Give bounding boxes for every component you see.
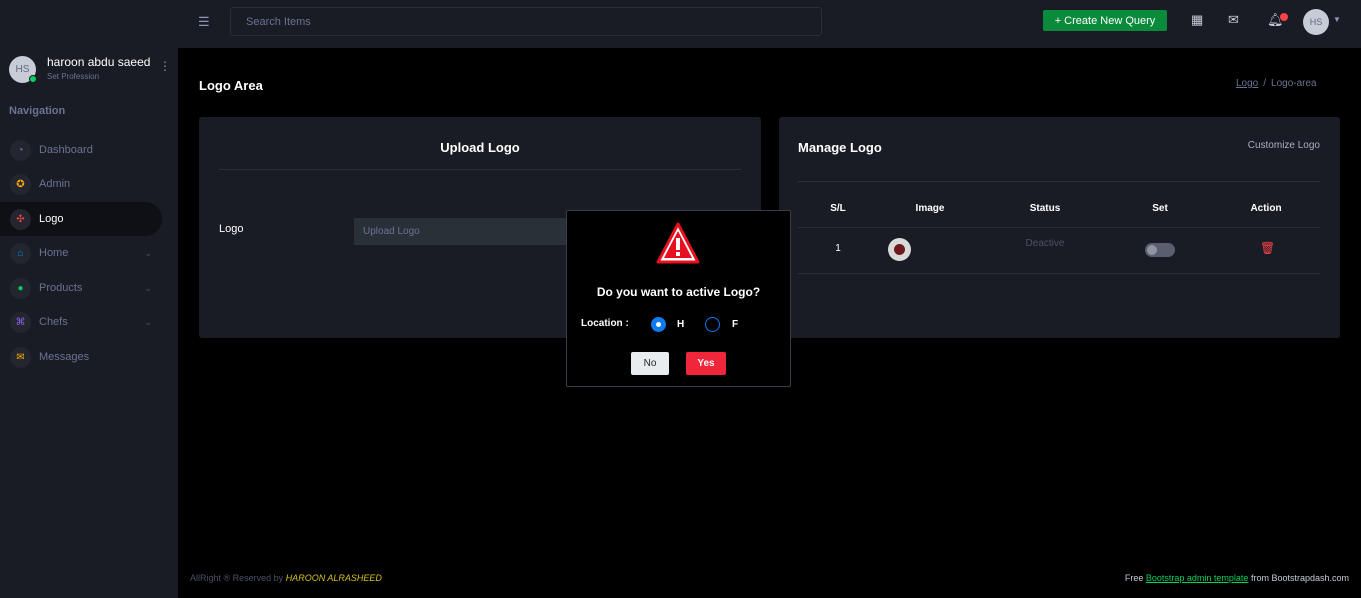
delete-trash-icon[interactable]: 🗑︎ <box>1260 241 1275 255</box>
toggle-knob <box>1147 245 1157 255</box>
avatar-initials: HS <box>15 64 30 75</box>
column-header-image: Image <box>915 203 945 214</box>
radio-label-h: H <box>677 319 685 330</box>
card-title: Upload Logo <box>440 140 520 155</box>
breadcrumb-separator: / <box>1263 78 1267 89</box>
sidebar-item-home[interactable]: ⌂ Home ⌄ <box>0 236 162 270</box>
products-icon: ● <box>10 277 31 299</box>
online-status-dot <box>29 75 37 83</box>
chevron-down-icon: ⌄ <box>144 316 152 327</box>
kebab-menu-icon[interactable]: ⋮ <box>159 60 171 72</box>
column-header-action: Action <box>1250 203 1282 214</box>
location-label: Location : <box>581 318 629 329</box>
cell-sl: 1 <box>835 243 841 254</box>
sidebar-item-label: Dashboard <box>39 144 93 156</box>
modal-question: Do you want to active Logo? <box>596 285 761 299</box>
radio-location-f[interactable] <box>705 317 720 332</box>
card-title: Manage Logo <box>798 140 882 155</box>
divider <box>798 181 1320 182</box>
yes-button[interactable]: Yes <box>686 352 726 375</box>
footer-credit-prefix: Free <box>1124 573 1144 583</box>
avatar-initials: HS <box>1309 17 1323 27</box>
messages-icon: ✉ <box>10 346 31 368</box>
sidebar-item-label: Products <box>39 282 83 294</box>
notification-badge <box>1280 13 1288 21</box>
sidebar-item-label: Admin <box>39 178 71 190</box>
logo-thumbnail <box>888 238 911 261</box>
radio-location-h[interactable] <box>651 317 666 332</box>
admin-icon: ✪ <box>10 173 31 195</box>
home-icon: ⌂ <box>10 242 31 264</box>
radio-dot <box>656 322 661 327</box>
sidebar-item-dashboard[interactable]: ◔ Dashboard <box>0 133 162 167</box>
logo-icon: ✣ <box>10 208 31 230</box>
profile[interactable]: HS haroon abdu saeed Set Profession ⋮ <box>9 55 171 85</box>
status-text: Deactive <box>1025 238 1065 249</box>
menu-toggle-icon[interactable]: ☰ <box>198 14 210 30</box>
sidebar-item-logo[interactable]: ✣ Logo <box>0 202 162 236</box>
topbar: ☰ + Create New Query ▦ ✉ 🔔︎ HS ▼ <box>178 0 1361 48</box>
customize-logo-link[interactable]: Customize Logo <box>1248 140 1320 151</box>
column-header-status: Status <box>1029 203 1061 214</box>
footer-author: HAROON ALRASHEED <box>285 573 382 583</box>
create-new-query-button[interactable]: + Create New Query <box>1043 10 1167 31</box>
footer-copyright: AllRight ® Reserved by HAROON ALRASHEED <box>190 573 382 583</box>
breadcrumb-current: Logo-area <box>1271 78 1317 89</box>
column-header-sl: S/L <box>830 203 846 214</box>
chevron-down-icon: ⌄ <box>144 247 152 258</box>
confirm-modal: Do you want to active Logo? Location : H… <box>566 210 791 387</box>
sidebar-item-label: Logo <box>39 213 64 225</box>
sidebar-item-label: Messages <box>39 351 90 363</box>
logo-emblem <box>894 244 905 255</box>
caret-down-icon[interactable]: ▼ <box>1333 15 1341 24</box>
manage-logo-card: Manage Logo Customize Logo S/L Image Sta… <box>779 117 1340 338</box>
nav-section-title: Navigation <box>9 105 66 117</box>
footer-template-link[interactable]: Bootstrap admin template <box>1146 573 1249 583</box>
divider <box>798 273 1320 274</box>
sidebar-item-chefs[interactable]: ⌘ Chefs ⌄ <box>0 305 162 339</box>
set-active-toggle[interactable] <box>1145 243 1175 257</box>
sidebar-item-label: Chefs <box>39 316 68 328</box>
search-input[interactable] <box>230 7 822 36</box>
sidebar-item-messages[interactable]: ✉ Messages <box>0 340 162 374</box>
speedometer-icon: ◔ <box>10 139 31 161</box>
no-button[interactable]: No <box>631 352 669 375</box>
page-title: Logo Area <box>199 78 263 93</box>
topbar-avatar[interactable]: HS <box>1303 9 1329 35</box>
profile-name: haroon abdu saeed <box>47 55 151 69</box>
sidebar-item-admin[interactable]: ✪ Admin <box>0 167 162 201</box>
sidebar-item-products[interactable]: ● Products ⌄ <box>0 271 162 305</box>
divider <box>219 169 741 170</box>
avatar: HS <box>9 56 37 83</box>
chefs-icon: ⌘ <box>10 311 31 333</box>
footer-copyright-text: AllRight ® Reserved by <box>190 573 284 583</box>
profile-role: Set Profession <box>47 72 100 81</box>
radio-label-f: F <box>732 319 739 330</box>
footer-credit: Free Bootstrap admin template from Boots… <box>1125 573 1349 583</box>
mail-icon[interactable]: ✉ <box>1228 12 1239 28</box>
chevron-down-icon: ⌄ <box>144 282 152 293</box>
footer-credit-suffix: from Bootstrapdash.com <box>1250 573 1349 583</box>
sidebar: HS haroon abdu saeed Set Profession ⋮ Na… <box>0 0 178 598</box>
warning-icon <box>656 222 700 264</box>
sidebar-item-label: Home <box>39 247 69 259</box>
divider <box>798 227 1320 228</box>
column-header-set: Set <box>1152 203 1168 214</box>
breadcrumb-link-logo[interactable]: Logo <box>1236 78 1258 89</box>
logo-field-label: Logo <box>219 223 244 235</box>
breadcrumb: Logo / Logo-area <box>1236 78 1317 89</box>
grid-icon[interactable]: ▦ <box>1191 12 1203 28</box>
